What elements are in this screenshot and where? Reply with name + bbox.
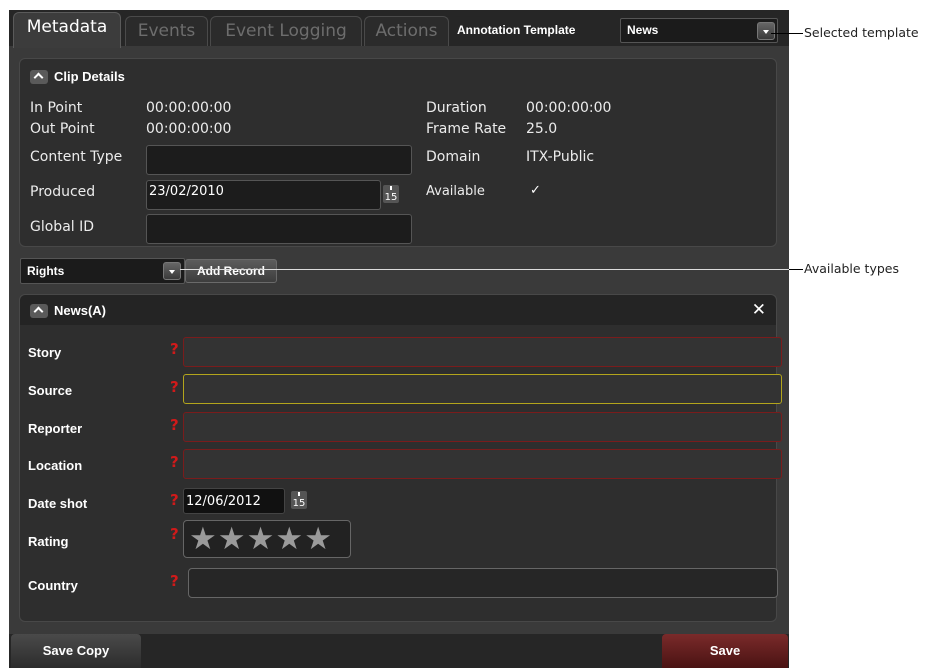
tab-actions[interactable]: Actions	[364, 16, 449, 46]
required-icon: ?	[170, 572, 179, 590]
calendar-icon[interactable]: 15	[383, 185, 399, 203]
metadata-panel: Metadata Events Event Logging Actions An…	[9, 10, 789, 668]
domain-value: ITX-Public	[526, 149, 595, 165]
in-point-value: 00:00:00:00	[146, 100, 232, 116]
selected-template-callout: Selected template	[804, 25, 919, 40]
frame-rate-value: 25.0	[526, 121, 558, 137]
news-record-header: News(A) ✕	[20, 295, 776, 325]
required-icon: ?	[170, 340, 179, 358]
frame-rate-label: Frame Rate	[426, 121, 507, 137]
duration-label: Duration	[426, 100, 487, 116]
available-types-callout: Available types	[804, 261, 899, 276]
star-icon[interactable]: ★	[304, 523, 332, 555]
country-label: Country	[28, 578, 78, 593]
collapse-icon[interactable]	[30, 303, 48, 318]
record-type-value: Rights	[27, 264, 65, 278]
source-label: Source	[28, 383, 73, 398]
available-label: Available	[426, 184, 485, 199]
star-icon[interactable]: ★	[218, 523, 246, 555]
country-input[interactable]	[188, 568, 778, 598]
annotation-template-select[interactable]: News	[620, 18, 778, 43]
callout-line	[180, 269, 803, 270]
produced-label: Produced	[30, 184, 96, 200]
required-icon: ?	[170, 525, 179, 543]
chevron-down-icon[interactable]	[163, 262, 181, 280]
callout-line	[789, 269, 803, 270]
star-icon[interactable]: ★	[189, 523, 217, 555]
star-rating[interactable]: ★ ★ ★ ★ ★	[183, 520, 351, 558]
add-record-button[interactable]: Add Record	[185, 259, 277, 283]
location-input[interactable]	[183, 449, 782, 479]
out-point-label: Out Point	[30, 121, 95, 137]
collapse-icon[interactable]	[30, 69, 48, 84]
tab-content: Clip Details In Point 00:00:00:00 Out Po…	[9, 46, 789, 634]
chevron-down-icon[interactable]	[757, 22, 775, 40]
clip-details-section: Clip Details In Point 00:00:00:00 Out Po…	[19, 58, 777, 247]
date-shot-value: 12/06/2012	[186, 494, 261, 509]
reporter-input[interactable]	[183, 412, 782, 442]
global-id-label: Global ID	[30, 219, 95, 235]
source-input[interactable]	[183, 374, 782, 404]
callout-line	[771, 33, 789, 34]
clip-details-header[interactable]: Clip Details	[30, 69, 125, 84]
produced-date-field[interactable]: 23/02/2010	[146, 180, 381, 210]
news-record-title: News(A)	[54, 303, 107, 318]
record-type-select[interactable]: Rights	[20, 258, 185, 284]
date-shot-label: Date shot	[28, 496, 88, 511]
news-record-section: News(A) ✕ Story ? Source ? Reporter ? Lo…	[19, 294, 782, 622]
tab-metadata[interactable]: Metadata	[13, 12, 121, 48]
tab-bar: Metadata Events Event Logging Actions An…	[9, 10, 789, 48]
required-icon: ?	[170, 416, 179, 434]
close-icon[interactable]: ✕	[752, 300, 766, 320]
star-icon[interactable]: ★	[247, 523, 275, 555]
save-copy-button[interactable]: Save Copy	[11, 634, 141, 668]
content-type-field[interactable]	[146, 145, 412, 175]
location-label: Location	[28, 458, 83, 473]
available-checkbox[interactable]: ✓	[530, 184, 544, 198]
calendar-icon[interactable]: 15	[291, 491, 307, 509]
out-point-value: 00:00:00:00	[146, 121, 232, 137]
required-icon: ?	[170, 491, 179, 509]
required-icon: ?	[170, 453, 179, 471]
rating-label: Rating	[28, 534, 69, 549]
clip-details-title: Clip Details	[54, 69, 125, 84]
tab-events[interactable]: Events	[125, 16, 208, 46]
story-input[interactable]	[183, 337, 782, 367]
tab-event-logging[interactable]: Event Logging	[210, 16, 362, 46]
annotation-template-value: News	[627, 23, 659, 37]
domain-label: Domain	[426, 149, 481, 165]
global-id-field[interactable]	[146, 214, 412, 244]
annotation-template-label: Annotation Template	[457, 23, 576, 37]
reporter-label: Reporter	[28, 421, 83, 436]
in-point-label: In Point	[30, 100, 83, 116]
news-record-toggle[interactable]: News(A)	[30, 303, 106, 318]
produced-date-value: 23/02/2010	[149, 184, 224, 199]
duration-value: 00:00:00:00	[526, 100, 612, 116]
callout-line	[789, 33, 803, 34]
story-label: Story	[28, 345, 62, 360]
star-icon[interactable]: ★	[275, 523, 303, 555]
content-type-label: Content Type	[30, 149, 123, 165]
save-button[interactable]: Save	[662, 634, 788, 668]
required-icon: ?	[170, 378, 179, 396]
date-shot-field[interactable]: 12/06/2012	[183, 488, 285, 514]
